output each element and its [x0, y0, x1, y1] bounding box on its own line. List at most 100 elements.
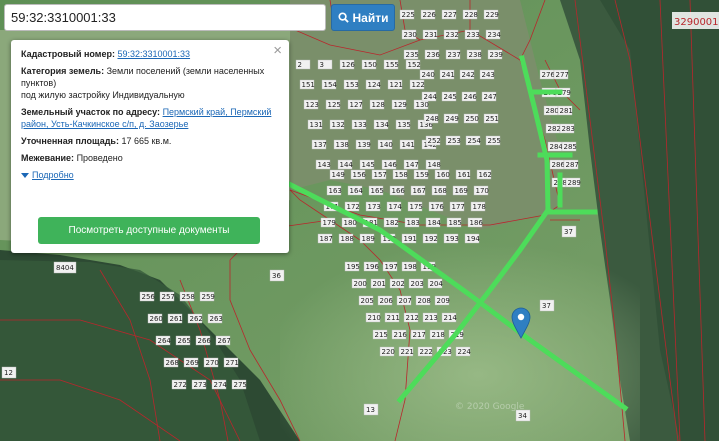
- plot-label: 129: [391, 99, 407, 110]
- plot-label: 246: [461, 91, 477, 102]
- plot-label-text: 123: [306, 101, 319, 109]
- plot-label-text: 249: [446, 115, 459, 123]
- plot-label-text: 134: [376, 121, 390, 129]
- plot-label-text: 227: [444, 11, 457, 19]
- plot-label-text: 244: [424, 93, 438, 101]
- plot-label-text: 256: [142, 293, 156, 301]
- plot-label-34: 34: [518, 412, 527, 420]
- plot-label-text: 235: [406, 51, 419, 59]
- plot-label-text: 165: [371, 187, 384, 195]
- plot-label: 152: [405, 59, 421, 70]
- plot-label: 222: [417, 346, 433, 357]
- plot-label: 201: [370, 278, 386, 289]
- plot-label-text: 272: [174, 381, 187, 389]
- plot-label: 151: [299, 79, 315, 90]
- plot-label: 189: [359, 233, 375, 244]
- plot-label-text: 158: [395, 171, 408, 179]
- plot-label: 156: [350, 169, 366, 180]
- plot-label-text: 266: [198, 337, 212, 345]
- plot-label-text: 129: [394, 101, 407, 109]
- plot-label: 157: [371, 169, 387, 180]
- plot-label: 276: [539, 69, 555, 80]
- plot-label-text: 205: [361, 297, 374, 305]
- plot-label-text: 259: [202, 293, 215, 301]
- plot-label: 217: [410, 329, 426, 340]
- plot-label: 260: [147, 313, 163, 324]
- plot-label-text: 141: [402, 141, 415, 149]
- plot-label: 178: [470, 201, 486, 212]
- plot-label: 274: [211, 379, 227, 390]
- close-icon[interactable]: ×: [273, 43, 282, 58]
- plot-label: 266: [195, 335, 212, 346]
- plot-label-text: 254: [468, 137, 482, 145]
- plot-label-text: 207: [399, 297, 412, 305]
- search-icon: [337, 12, 349, 23]
- plot-label: 186: [467, 217, 483, 228]
- plot-label-text: 226: [423, 11, 437, 19]
- plot-label: 221: [398, 346, 414, 357]
- plot-label: 215: [372, 329, 388, 340]
- view-documents-button[interactable]: Посмотреть доступные документы: [38, 217, 260, 244]
- survey-label: Межевание:: [21, 153, 75, 163]
- plot-label: 187: [317, 233, 333, 244]
- plot-label: 271: [223, 357, 239, 368]
- plot-label-text: 252: [428, 137, 441, 145]
- plot-label: 212: [403, 312, 419, 323]
- cadastral-link[interactable]: 59:32:3310001:33: [117, 49, 190, 59]
- plot-label: 286: [549, 159, 565, 170]
- plot-label-text: 161: [458, 171, 471, 179]
- cadastral-label: Кадастровый номер:: [21, 49, 115, 59]
- plot-label-text: 231: [425, 31, 438, 39]
- plot-label: 287: [563, 159, 579, 170]
- plot-label: 281: [557, 105, 573, 116]
- plot-label: 240: [419, 69, 435, 80]
- plot-label-text: 193: [446, 235, 459, 243]
- plot-label-text: 145: [362, 161, 375, 169]
- plot-label-text: 203: [411, 280, 424, 288]
- plot-label-text: 247: [484, 93, 497, 101]
- more-details-label: Подробно: [32, 170, 74, 180]
- plot-label: 175: [407, 201, 423, 212]
- plot-label-text: 261: [170, 315, 183, 323]
- plot-label: 228: [462, 9, 478, 20]
- plot-label: 202: [389, 278, 405, 289]
- more-details-link[interactable]: Подробно: [21, 169, 279, 181]
- plot-label-text: 270: [206, 359, 219, 367]
- survey-value: Проведено: [76, 153, 123, 163]
- triangle-down-icon: [21, 172, 29, 178]
- plot-label-text: 285: [564, 143, 577, 151]
- plot-label: 150: [361, 59, 377, 70]
- plot-label: 132: [329, 119, 345, 130]
- plot-label: 188: [338, 233, 354, 244]
- plot-label: 160: [434, 169, 450, 180]
- plot-label-text: 237: [448, 51, 461, 59]
- search-button[interactable]: Найти: [331, 4, 395, 31]
- plot-label: 123: [303, 99, 319, 110]
- plot-label: 253: [445, 135, 461, 146]
- plot-label-text: 239: [490, 51, 503, 59]
- plot-label-text: 238: [469, 51, 482, 59]
- plot-label: 144: [337, 159, 353, 170]
- plot-label-text: 188: [341, 235, 354, 243]
- plot-label-text: 128: [372, 101, 385, 109]
- plot-label: 158: [392, 169, 408, 180]
- plot-label: 169: [452, 185, 468, 196]
- plot-label-text: 172: [347, 203, 360, 211]
- plot-label-text: 262: [190, 315, 203, 323]
- plot-label: 250: [463, 113, 479, 124]
- category-row: Категория земель: Земли поселений (земли…: [21, 65, 279, 101]
- plot-label: 204: [427, 278, 443, 289]
- plot-label-text: 218: [432, 331, 445, 339]
- plot-label: 170: [473, 185, 489, 196]
- plot-label: 254: [465, 135, 482, 146]
- plot-label-text: 200: [354, 280, 367, 288]
- plot-label: 262: [187, 313, 203, 324]
- search-input[interactable]: [4, 4, 326, 31]
- plot-label-text: 151: [302, 81, 315, 89]
- plot-label-text: 234: [488, 31, 502, 39]
- plot-label-text: 157: [374, 171, 387, 179]
- plot-label-text: 258: [182, 293, 195, 301]
- plot-label: 124: [365, 79, 381, 90]
- plot-label-text: 152: [408, 61, 421, 69]
- address-label: Земельный участок по адресу:: [21, 107, 161, 117]
